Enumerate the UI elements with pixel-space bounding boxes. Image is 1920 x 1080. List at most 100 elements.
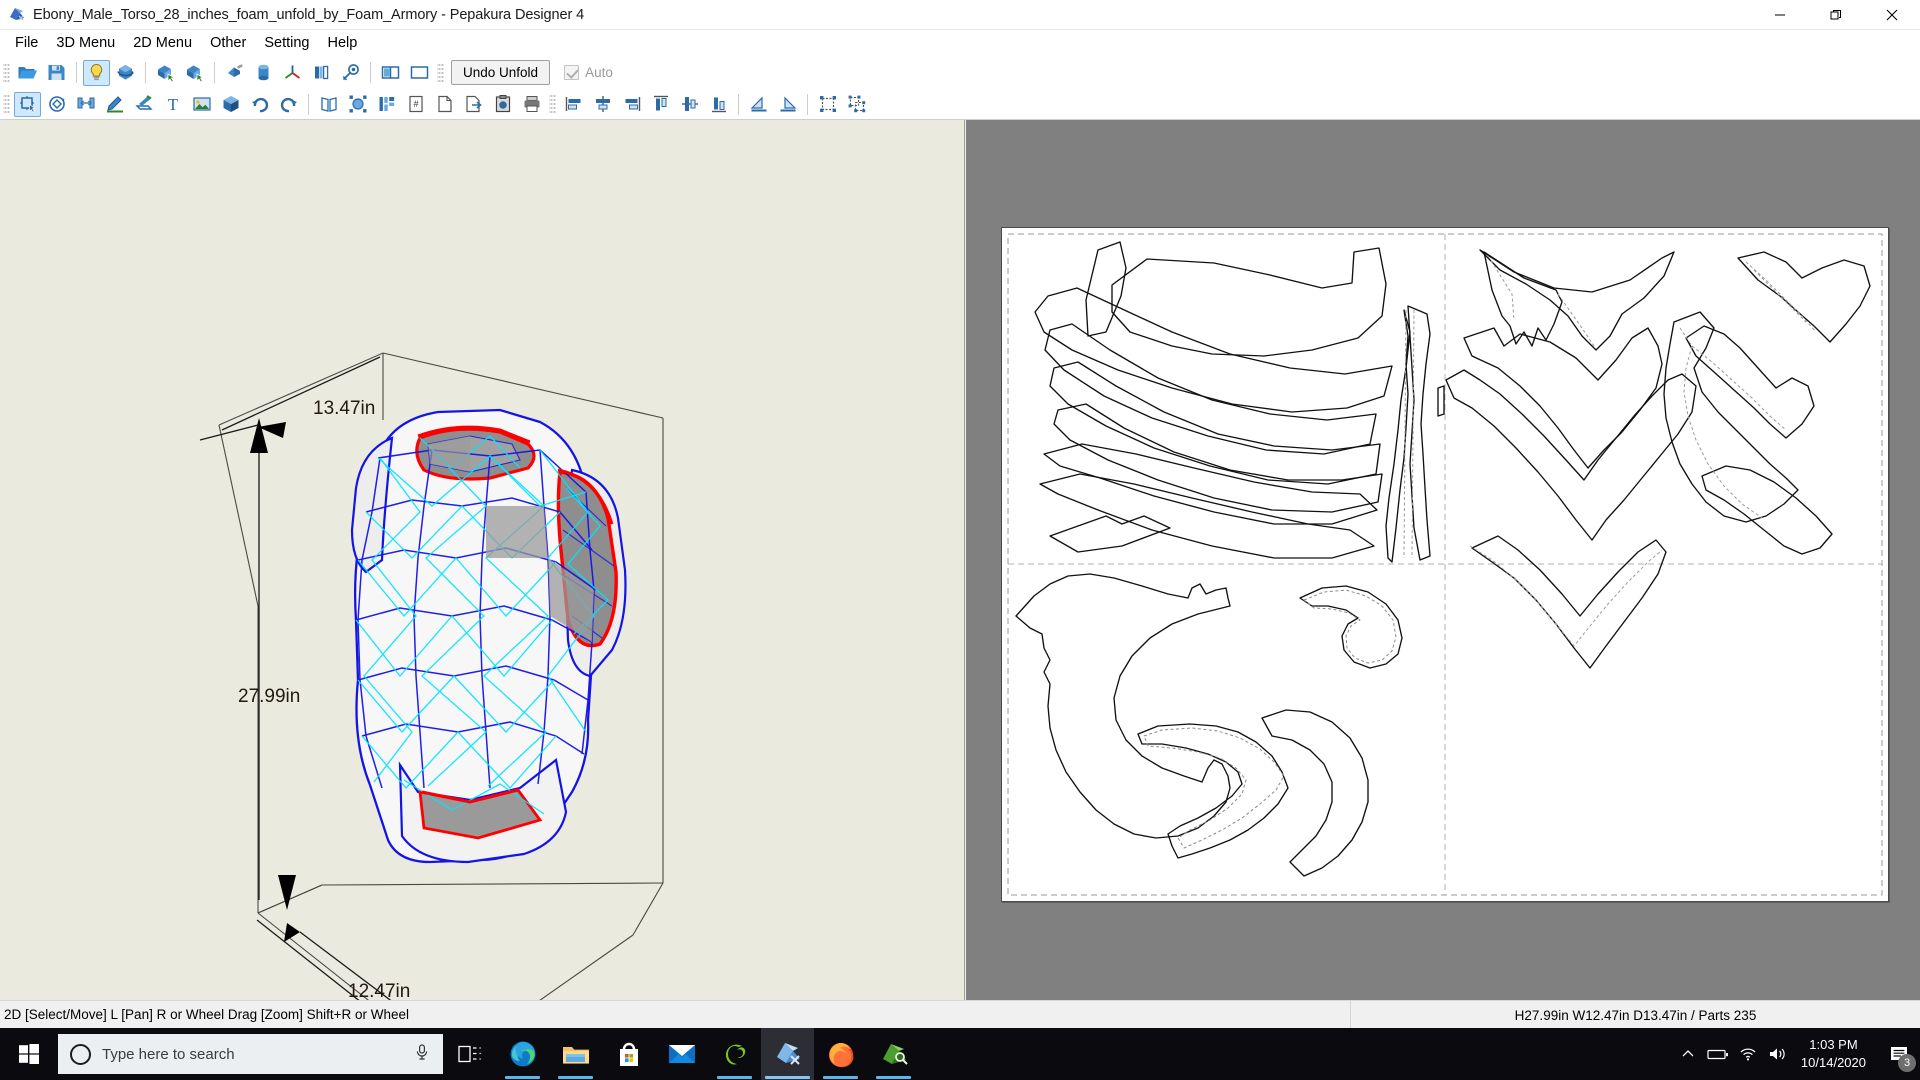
menu-help[interactable]: Help bbox=[318, 32, 366, 54]
select-move-icon[interactable] bbox=[14, 92, 41, 117]
torso-model[interactable] bbox=[352, 410, 625, 862]
pattern-part bbox=[1446, 370, 1696, 540]
menu-bar: File 3D Menu 2D Menu Other Setting Help bbox=[0, 30, 1920, 56]
export-page-icon[interactable] bbox=[460, 92, 487, 117]
pattern-part bbox=[1112, 248, 1386, 356]
menu-other[interactable]: Other bbox=[201, 32, 255, 54]
menu-3d[interactable]: 3D Menu bbox=[47, 32, 124, 54]
cut-lines bbox=[1016, 242, 1870, 876]
windows-start-icon[interactable] bbox=[0, 1028, 58, 1080]
add-text-icon[interactable]: T bbox=[159, 92, 186, 117]
taskbar-app-firefox[interactable] bbox=[814, 1028, 867, 1080]
show-3d-icon[interactable] bbox=[217, 92, 244, 117]
layout-icon[interactable] bbox=[373, 92, 400, 117]
pattern-canvas[interactable] bbox=[1002, 228, 1888, 901]
taskbar-app-meshmixer[interactable] bbox=[867, 1028, 920, 1080]
dimension-height-label: 27.99in bbox=[238, 686, 300, 707]
pattern-part bbox=[1408, 306, 1430, 560]
search-input[interactable]: Type here to search bbox=[58, 1034, 443, 1074]
cut-edge-icon[interactable] bbox=[130, 92, 157, 117]
undo-unfold-button[interactable]: Undo Unfold bbox=[451, 60, 550, 85]
toolbar-separator bbox=[370, 62, 371, 83]
task-view-icon[interactable] bbox=[443, 1028, 496, 1080]
open-file-icon[interactable] bbox=[14, 60, 41, 86]
close-button[interactable] bbox=[1864, 0, 1920, 30]
auto-checkbox-group[interactable]: Auto bbox=[564, 65, 613, 80]
toolbar-grip[interactable] bbox=[3, 62, 10, 84]
toolbar2-grip[interactable] bbox=[3, 93, 10, 115]
pattern-part bbox=[1438, 386, 1444, 416]
select-part-icon[interactable] bbox=[181, 60, 208, 86]
taskbar-app-microsoft-store[interactable] bbox=[602, 1028, 655, 1080]
menu-file[interactable]: File bbox=[6, 32, 47, 54]
edit-edge-icon[interactable] bbox=[101, 92, 128, 117]
dimension-depth-label: 12.47in bbox=[348, 981, 410, 1000]
flip-vertical-icon[interactable] bbox=[774, 92, 801, 117]
pattern-part bbox=[1472, 536, 1666, 668]
clipboard-icon[interactable] bbox=[489, 92, 516, 117]
auto-checkbox[interactable] bbox=[564, 65, 579, 80]
volume-icon[interactable] bbox=[1763, 1028, 1793, 1080]
action-center-icon[interactable]: 3 bbox=[1878, 1028, 1920, 1080]
pattern-page[interactable] bbox=[1001, 227, 1889, 902]
taskbar-app-pepakura[interactable] bbox=[761, 1028, 814, 1080]
single-view-icon[interactable] bbox=[406, 60, 433, 86]
pattern-part bbox=[1045, 324, 1376, 454]
model-3d-canvas[interactable]: 13.47in 27.99in 12.47in bbox=[0, 120, 965, 1000]
align-bottom-icon[interactable] bbox=[705, 92, 732, 117]
print-icon[interactable] bbox=[518, 92, 545, 117]
show-hidden-icons-icon[interactable] bbox=[1673, 1028, 1703, 1080]
axis-icon[interactable] bbox=[279, 60, 306, 86]
wifi-icon[interactable] bbox=[1733, 1028, 1763, 1080]
cylinder-icon[interactable] bbox=[250, 60, 277, 86]
align-center-icon[interactable] bbox=[589, 92, 616, 117]
windows-taskbar: Type here to search bbox=[0, 1028, 1920, 1080]
flat-shade-icon[interactable] bbox=[308, 60, 335, 86]
taskbar-app-edge[interactable] bbox=[496, 1028, 549, 1080]
menu-2d[interactable]: 2D Menu bbox=[124, 32, 201, 54]
auto-label: Auto bbox=[585, 65, 613, 80]
taskbar-app-file-explorer[interactable] bbox=[549, 1028, 602, 1080]
pattern-part bbox=[1016, 574, 1230, 838]
lightbulb-icon[interactable] bbox=[83, 60, 110, 86]
pattern-part bbox=[1480, 250, 1674, 350]
rotate-model-icon[interactable] bbox=[112, 60, 139, 86]
align-right-icon[interactable] bbox=[618, 92, 645, 117]
align-left-icon[interactable] bbox=[560, 92, 587, 117]
pepakura-window: Ebony_Male_Torso_28_inches_foam_unfold_b… bbox=[0, 0, 1920, 1080]
rotate-part-icon[interactable] bbox=[43, 92, 70, 117]
group-parts-icon[interactable] bbox=[814, 92, 841, 117]
toolbar-secondary: T bbox=[0, 89, 1920, 120]
paint-model-icon[interactable] bbox=[221, 60, 248, 86]
minimize-button[interactable] bbox=[1752, 0, 1808, 30]
add-image-icon[interactable] bbox=[188, 92, 215, 117]
new-page-icon[interactable] bbox=[431, 92, 458, 117]
redo-icon[interactable] bbox=[275, 92, 302, 117]
select-face-icon[interactable] bbox=[152, 60, 179, 86]
taskbar-app-cura[interactable] bbox=[708, 1028, 761, 1080]
toolbar-grip-2[interactable] bbox=[437, 62, 444, 84]
viewport-3d[interactable]: 13.47in 27.99in 12.47in bbox=[0, 120, 965, 1000]
taskbar-app-mail[interactable] bbox=[655, 1028, 708, 1080]
save-file-icon[interactable] bbox=[43, 60, 70, 86]
pepakura-icon bbox=[7, 5, 27, 25]
split-view-icon[interactable] bbox=[377, 60, 404, 86]
ungroup-parts-icon[interactable] bbox=[843, 92, 870, 117]
flip-horizontal-icon[interactable] bbox=[745, 92, 772, 117]
battery-icon[interactable] bbox=[1703, 1028, 1733, 1080]
toolbar2-grip-2[interactable] bbox=[549, 93, 556, 115]
align-top-icon[interactable] bbox=[647, 92, 674, 117]
taskbar-clock[interactable]: 1:03 PM 10/14/2020 bbox=[1793, 1028, 1878, 1080]
maximize-button[interactable] bbox=[1808, 0, 1864, 30]
dimension-width-label: 13.47in bbox=[313, 398, 375, 419]
unfold-icon[interactable] bbox=[315, 92, 342, 117]
texture-icon[interactable] bbox=[337, 60, 364, 86]
page-number-icon[interactable]: # bbox=[402, 92, 429, 117]
align-middle-icon[interactable] bbox=[676, 92, 703, 117]
menu-setting[interactable]: Setting bbox=[255, 32, 318, 54]
undo-icon[interactable] bbox=[246, 92, 273, 117]
fit-page-icon[interactable] bbox=[344, 92, 371, 117]
viewport-2d[interactable] bbox=[966, 120, 1920, 1000]
join-disconnect-icon[interactable] bbox=[72, 92, 99, 117]
microphone-icon[interactable] bbox=[413, 1043, 431, 1066]
